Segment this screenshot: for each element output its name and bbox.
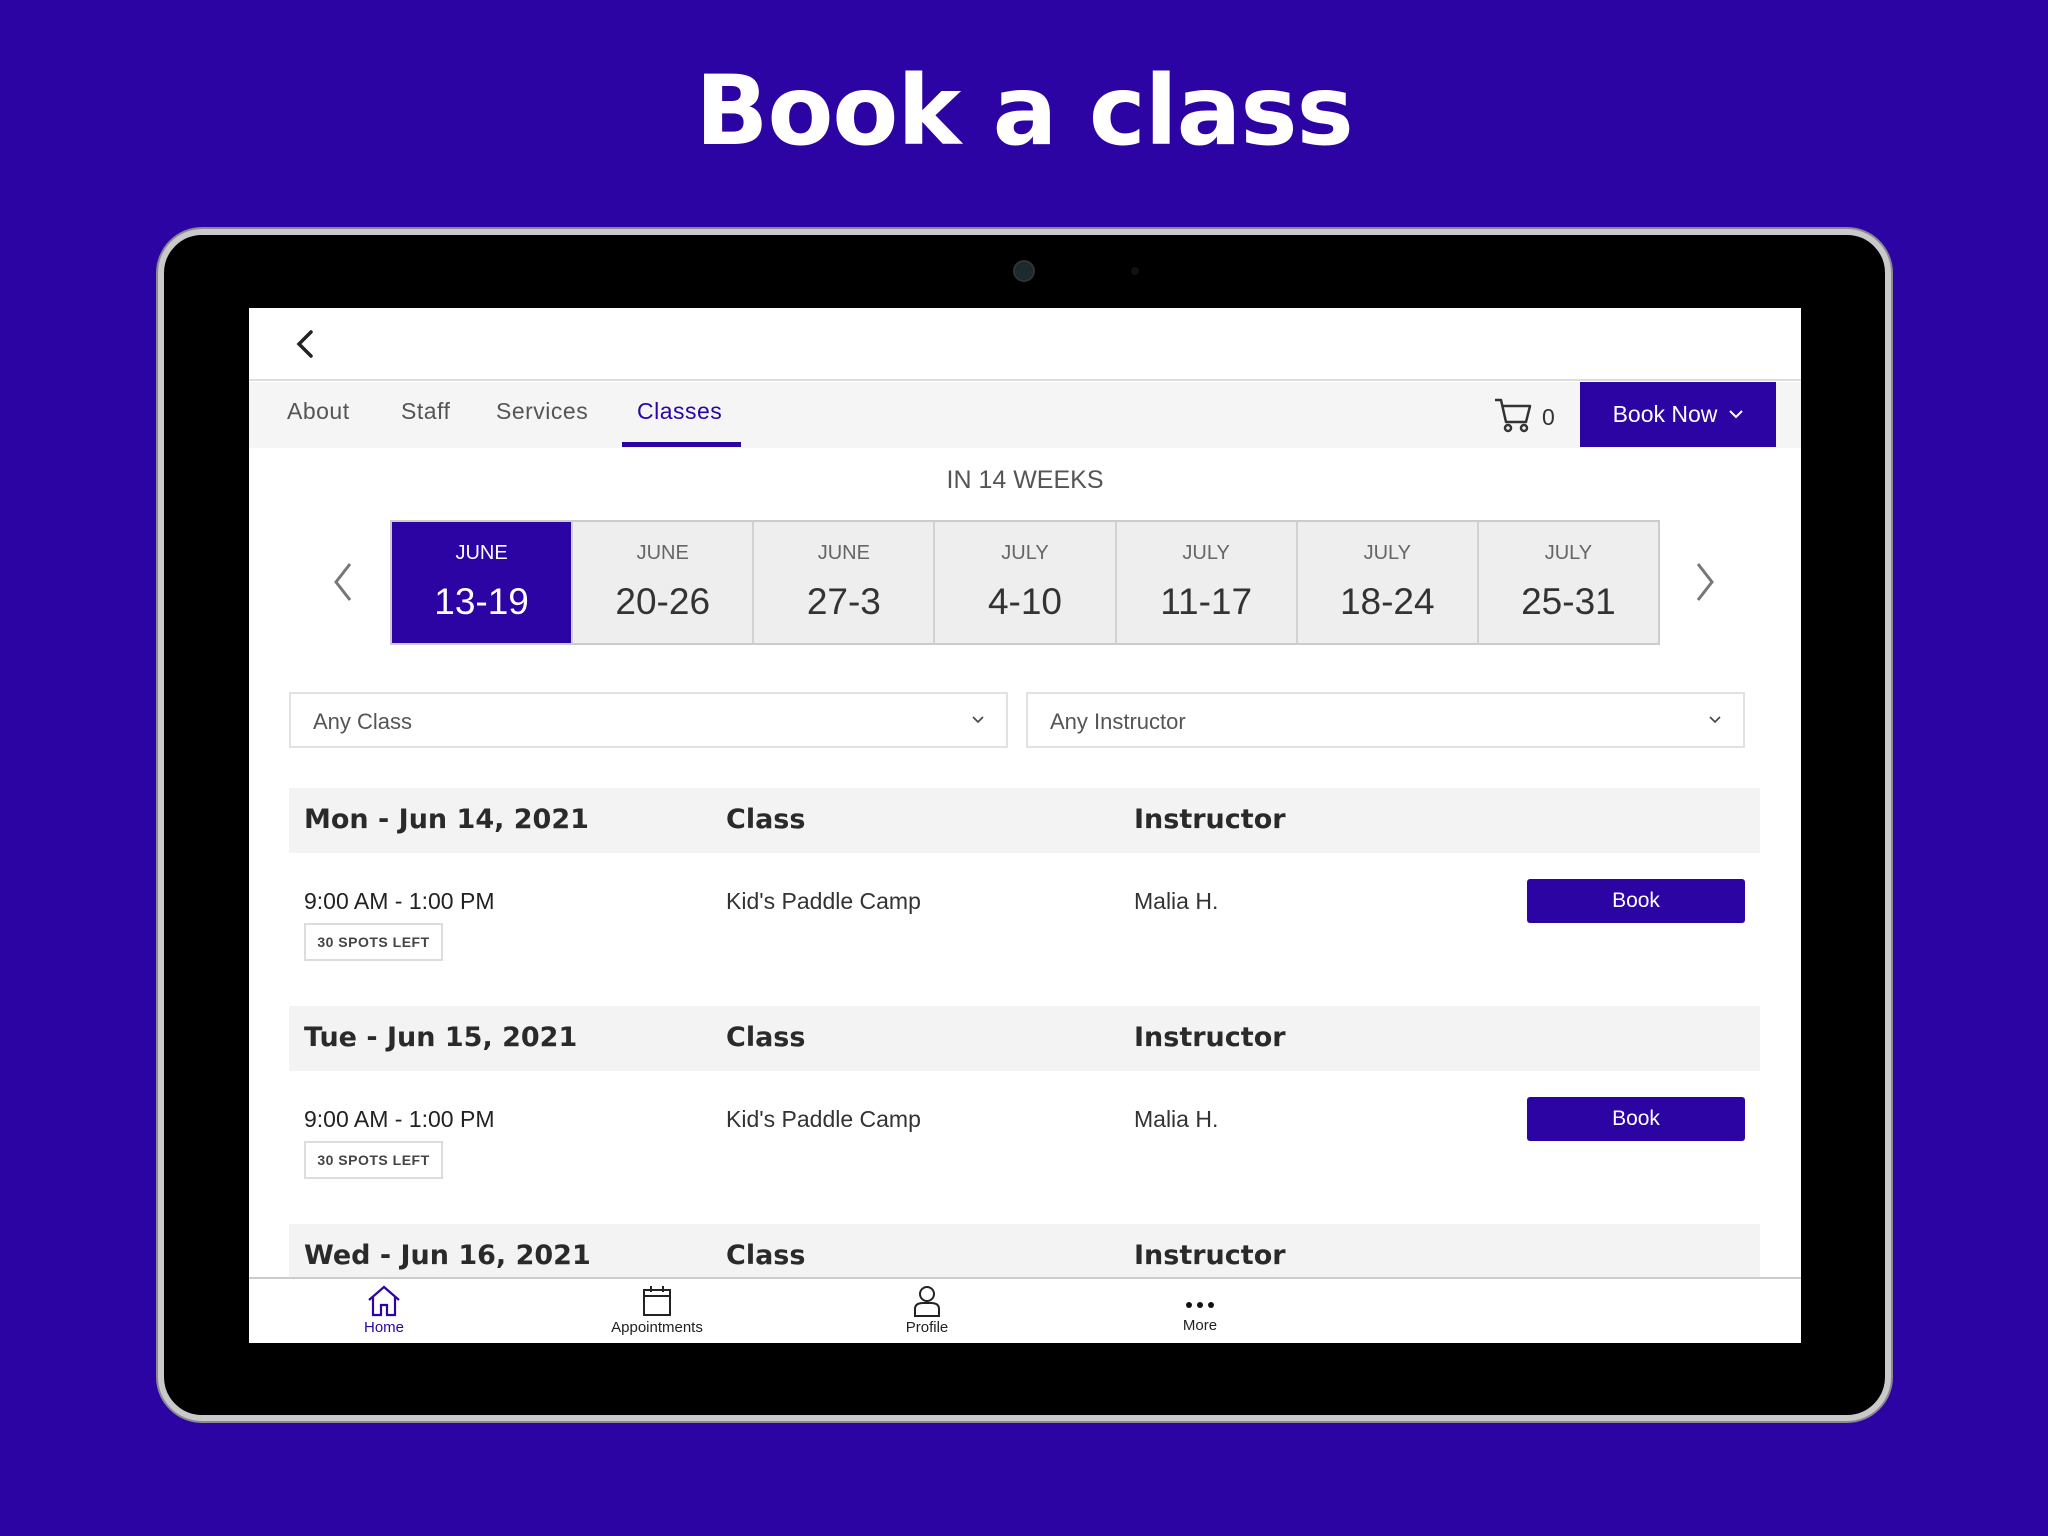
spots-left-badge: 30 SPOTS LEFT xyxy=(304,1141,443,1179)
book-now-label: Book Now xyxy=(1612,401,1718,427)
instructor-filter-dropdown[interactable]: Any Instructor xyxy=(1026,692,1745,748)
home-icon xyxy=(368,1285,400,1317)
next-week-arrow-icon[interactable] xyxy=(1692,560,1718,604)
week-cell[interactable]: JUNE 20-26 xyxy=(573,522,755,643)
active-tab-indicator xyxy=(622,442,741,447)
person-icon xyxy=(914,1286,940,1317)
week-cell[interactable]: JULY 4-10 xyxy=(935,522,1117,643)
weeks-label: IN 14 WEEKS xyxy=(946,466,1104,494)
column-header-instructor: Instructor xyxy=(1134,804,1286,835)
day-header: Tue - Jun 15, 2021 Class Instructor xyxy=(289,1006,1760,1071)
cart-count: 0 xyxy=(1542,404,1555,430)
week-month: JUNE xyxy=(817,542,870,564)
chevron-down-icon xyxy=(1729,410,1744,419)
day-header: Mon - Jun 14, 2021 Class Instructor xyxy=(289,788,1760,853)
week-month: JULY xyxy=(1363,542,1411,564)
class-name: Kid's Paddle Camp xyxy=(726,1106,921,1132)
instructor-name: Malia H. xyxy=(1134,1106,1219,1132)
day-date: Mon - Jun 14, 2021 xyxy=(304,804,589,835)
week-cell[interactable]: JUNE 13-19 xyxy=(392,522,574,643)
book-button[interactable]: Book xyxy=(1527,1097,1745,1141)
week-range: 13-19 xyxy=(434,581,529,622)
tab-about[interactable]: About xyxy=(287,398,350,425)
nav-appointments-label: Appointments xyxy=(611,1319,703,1336)
tab-classes[interactable]: Classes xyxy=(637,398,722,425)
class-time: 9:00 AM - 1:00 PM xyxy=(304,1106,495,1132)
week-range: 27-3 xyxy=(806,581,881,622)
tab-services[interactable]: Services xyxy=(496,398,588,425)
nav-more-label: More xyxy=(1182,1317,1218,1334)
day-date: Wed - Jun 16, 2021 xyxy=(304,1240,591,1271)
tab-staff[interactable]: Staff xyxy=(401,398,450,425)
instructor-filter-value: Any Instructor xyxy=(1050,709,1186,734)
week-month: JUNE xyxy=(455,542,508,564)
column-header-instructor: Instructor xyxy=(1134,1240,1286,1271)
top-bar xyxy=(249,308,1801,381)
chevron-down-icon xyxy=(1709,716,1721,724)
nav-profile-label: Profile xyxy=(905,1319,949,1336)
prev-week-arrow-icon[interactable] xyxy=(330,560,356,604)
day-date: Tue - Jun 15, 2021 xyxy=(304,1022,578,1053)
week-month: JULY xyxy=(1544,542,1593,564)
week-month: JULY xyxy=(1182,542,1230,564)
week-cell[interactable]: JULY 18-24 xyxy=(1298,522,1479,643)
week-cell[interactable]: JUNE 27-3 xyxy=(754,522,936,643)
tab-bar: About Staff Services Classes 0 Book Now xyxy=(249,382,1801,448)
class-filter-dropdown[interactable]: Any Class xyxy=(289,692,1008,748)
class-time: 9:00 AM - 1:00 PM xyxy=(304,888,495,914)
nav-more[interactable]: More xyxy=(1130,1285,1270,1334)
back-arrow-icon[interactable] xyxy=(289,326,323,362)
page-headline: Book a class xyxy=(695,55,1353,167)
week-selector: JUNE 13-19 JUNE 20-26 JUNE 27-3 JULY 4-10 JU… xyxy=(390,520,1660,645)
column-header-class: Class xyxy=(726,1240,806,1271)
sensor-dot xyxy=(1131,267,1139,275)
book-now-button[interactable]: Book Now xyxy=(1580,382,1776,447)
week-range: 18-24 xyxy=(1339,581,1435,622)
column-header-class: Class xyxy=(726,1022,806,1053)
more-icon xyxy=(1186,1302,1214,1308)
week-range: 11-17 xyxy=(1160,581,1253,622)
nav-profile[interactable]: Profile xyxy=(857,1285,997,1336)
book-button[interactable]: Book xyxy=(1527,879,1745,923)
class-filter-value: Any Class xyxy=(313,709,413,734)
nav-home-label: Home xyxy=(363,1319,404,1336)
week-cell[interactable]: JULY 25-31 xyxy=(1479,522,1658,643)
bottom-navigation: Home Appointments Profile More xyxy=(249,1277,1801,1343)
week-cell[interactable]: JULY 11-17 xyxy=(1117,522,1298,643)
camera-icon xyxy=(1013,260,1035,282)
app-screen: About Staff Services Classes 0 Book Now … xyxy=(249,308,1801,1343)
nav-appointments[interactable]: Appointments xyxy=(587,1285,727,1336)
week-month: JULY xyxy=(1001,542,1049,564)
nav-home[interactable]: Home xyxy=(314,1285,454,1336)
instructor-name: Malia H. xyxy=(1134,888,1219,914)
spots-left-badge: 30 SPOTS LEFT xyxy=(304,923,443,961)
column-header-instructor: Instructor xyxy=(1134,1022,1286,1053)
week-range: 25-31 xyxy=(1521,581,1616,622)
week-range: 20-26 xyxy=(615,581,711,622)
week-month: JUNE xyxy=(636,542,689,564)
column-header-class: Class xyxy=(726,804,806,835)
cart-icon[interactable] xyxy=(1493,396,1533,434)
week-range: 4-10 xyxy=(987,581,1063,622)
chevron-down-icon xyxy=(972,716,984,724)
calendar-icon xyxy=(643,1286,671,1316)
class-name: Kid's Paddle Camp xyxy=(726,888,921,914)
